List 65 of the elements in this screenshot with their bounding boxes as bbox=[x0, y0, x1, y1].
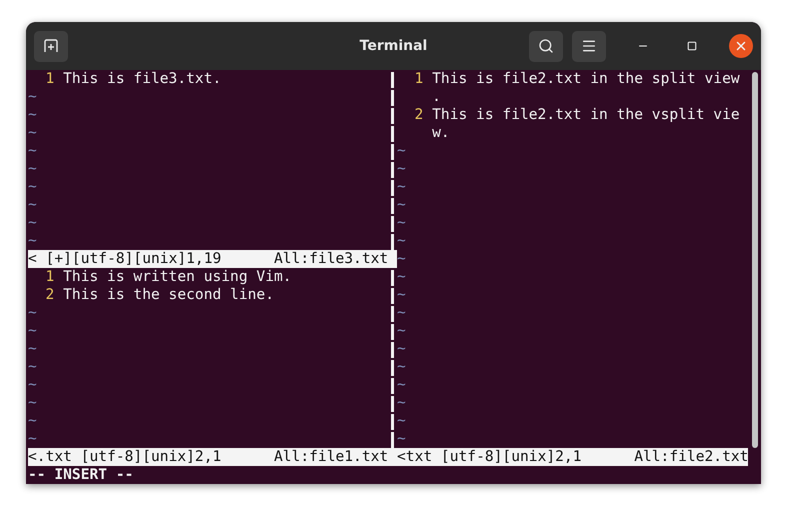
tilde-marker: ~ bbox=[397, 232, 406, 250]
tilde-marker: ~ bbox=[397, 268, 406, 286]
scrollbar-thumb[interactable] bbox=[752, 72, 758, 448]
tilde-marker: ~ bbox=[397, 430, 406, 448]
tilde-marker: ~ bbox=[397, 214, 406, 232]
tilde-marker: ~ bbox=[397, 376, 406, 394]
tilde-marker: ~ bbox=[397, 286, 406, 304]
tilde-marker: ~ bbox=[397, 358, 406, 376]
text-line: w. bbox=[432, 124, 450, 142]
tilde-marker: ~ bbox=[397, 340, 406, 358]
search-button[interactable] bbox=[529, 30, 563, 62]
line-number: 1 bbox=[44, 268, 54, 286]
tilde-marker: ~ bbox=[397, 196, 406, 214]
tilde-marker: ~ bbox=[28, 304, 37, 322]
new-tab-button[interactable] bbox=[34, 30, 68, 62]
mode-indicator: -- INSERT -- bbox=[27, 466, 134, 484]
search-icon bbox=[538, 38, 554, 54]
file-name: All:file1.txt bbox=[274, 448, 388, 466]
tilde-marker: ~ bbox=[28, 214, 37, 232]
text-line: This is file2.txt in the split view bbox=[432, 70, 740, 88]
menu-icon bbox=[581, 38, 597, 54]
line-number: 2 bbox=[44, 286, 54, 304]
file-info: < [+][utf-8][unix]1,19 bbox=[28, 250, 222, 268]
tilde-marker: ~ bbox=[28, 178, 37, 196]
close-icon bbox=[734, 39, 748, 53]
maximize-icon bbox=[687, 41, 697, 51]
text-line: . bbox=[432, 88, 441, 106]
tilde-marker: ~ bbox=[28, 358, 37, 376]
tilde-marker: ~ bbox=[28, 232, 37, 250]
tilde-marker: ~ bbox=[397, 412, 406, 430]
window-divider[interactable] bbox=[388, 70, 397, 466]
file-name: All:file3.txt bbox=[274, 250, 388, 268]
tilde-marker: ~ bbox=[28, 412, 37, 430]
tilde-marker: ~ bbox=[397, 142, 406, 160]
tilde-marker: ~ bbox=[28, 196, 37, 214]
tilde-marker: ~ bbox=[28, 142, 37, 160]
text-line: This is file2.txt in the vsplit vie bbox=[432, 106, 740, 124]
line-number: 2 bbox=[414, 106, 424, 124]
new-tab-icon bbox=[43, 38, 59, 54]
window-title: Terminal bbox=[360, 38, 428, 54]
tilde-marker: ~ bbox=[397, 160, 406, 178]
tilde-marker: ~ bbox=[397, 304, 406, 322]
tilde-marker: ~ bbox=[28, 322, 37, 340]
tilde-marker: ~ bbox=[397, 394, 406, 412]
tilde-marker: ~ bbox=[28, 340, 37, 358]
tilde-marker: ~ bbox=[28, 394, 37, 412]
line-number: 1 bbox=[44, 70, 54, 88]
tilde-marker: ~ bbox=[28, 376, 37, 394]
menu-button[interactable] bbox=[572, 30, 606, 62]
text-line: This is the second line. bbox=[63, 286, 274, 304]
file-info: <.txt [utf-8][unix]2,1 bbox=[28, 448, 222, 466]
file-info: <txt [utf-8][unix]2,1 bbox=[397, 448, 582, 466]
line-number: 1 bbox=[414, 70, 424, 88]
tilde-marker: ~ bbox=[397, 178, 406, 196]
tilde-marker: ~ bbox=[28, 160, 37, 178]
text-line: This is written using Vim. bbox=[63, 268, 292, 286]
tilde-marker: ~ bbox=[28, 430, 37, 448]
tilde-marker: ~ bbox=[28, 124, 37, 142]
tilde-marker: ~ bbox=[28, 88, 37, 106]
close-button[interactable] bbox=[729, 34, 753, 58]
tilde-marker: ~ bbox=[397, 322, 406, 340]
tilde-marker: ~ bbox=[28, 106, 37, 124]
text-line: This is file3.txt. bbox=[63, 70, 222, 88]
file-name: All:file2.txt bbox=[634, 448, 748, 466]
tilde-marker: ~ bbox=[397, 250, 406, 268]
